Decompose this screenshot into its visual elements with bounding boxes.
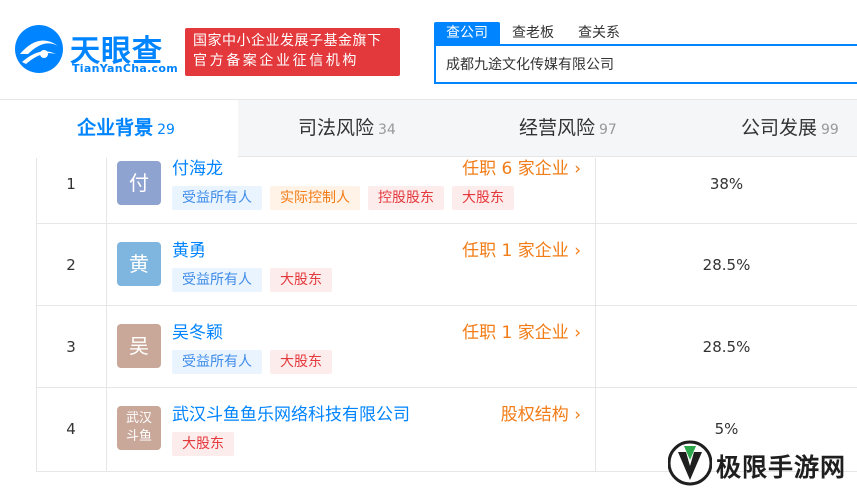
chevron-right-icon: › (574, 241, 581, 261)
tag-major-shareholder: 大股东 (172, 432, 234, 456)
positions-link-text: 任职 1 家企业 (462, 241, 569, 261)
avatar-text: 武汉 (125, 411, 152, 426)
watermark-logo-icon (668, 440, 712, 486)
site-watermark: 极限手游网 (666, 438, 857, 489)
tag-list: 受益所有人 大股东 (172, 268, 340, 292)
shareholder-table: 1 付 付海龙 任职 6 家企业 › 受益所有人 实际控制人 控股股东 大股东 … (36, 158, 857, 472)
positions-link[interactable]: 任职 1 家企业 › (462, 236, 581, 261)
row-number: 2 (66, 256, 76, 274)
tag-beneficial-owner: 受益所有人 (172, 350, 262, 374)
chevron-right-icon: › (574, 159, 581, 179)
table-row: 3 吴 吴冬颖 任职 1 家企业 › 受益所有人 大股东 28.5% (36, 306, 857, 388)
shareholder-name[interactable]: 吴冬颖 (172, 318, 223, 343)
chevron-right-icon: › (574, 405, 581, 425)
equity-structure-link-text: 股权结构 (500, 405, 569, 425)
tag-major-shareholder: 大股东 (270, 350, 332, 374)
tab-count: 34 (378, 122, 396, 138)
tab-judicial-risk[interactable]: 司法风险 34 (298, 100, 396, 157)
search-type-tabs: 查公司 查老板 查关系 (434, 22, 632, 44)
avatar[interactable]: 吴 (117, 324, 161, 368)
tab-company-development[interactable]: 公司发展 99 (741, 100, 839, 157)
positions-link[interactable]: 任职 6 家企业 › (462, 154, 581, 179)
search-tab-company[interactable]: 查公司 (434, 22, 500, 44)
tag-beneficial-owner: 受益所有人 (172, 268, 262, 292)
positions-link[interactable]: 任职 1 家企业 › (462, 318, 581, 343)
section-tabs: 企业背景 29 司法风险 34 经营风险 97 公司发展 99 (14, 100, 857, 157)
positions-link-text: 任职 1 家企业 (462, 323, 569, 343)
avatar[interactable]: 黄 (117, 242, 161, 286)
row-number: 1 (66, 175, 76, 193)
tag-actual-controller: 实际控制人 (270, 186, 360, 210)
eye-logo-icon (15, 25, 63, 73)
shareholder-name[interactable]: 武汉斗鱼鱼乐网络科技有限公司 (172, 400, 410, 425)
tab-enterprise-background[interactable]: 企业背景 29 (14, 100, 238, 157)
equity-structure-link[interactable]: 股权结构 › (501, 400, 581, 425)
slogan-line-2: 官方备案企业征信机构 (193, 53, 359, 69)
chevron-right-icon: › (574, 323, 581, 343)
avatar-text: 付 (129, 171, 149, 195)
site-header: 天眼查 TianYanCha.com 国家中小企业发展子基金旗下 官方备案企业征… (0, 0, 857, 100)
tab-count: 29 (157, 122, 175, 138)
share-percentage: 5% (714, 420, 739, 438)
shareholder-name[interactable]: 黄勇 (172, 236, 206, 261)
tag-beneficial-owner: 受益所有人 (172, 186, 262, 210)
tab-count: 99 (821, 122, 839, 138)
tab-label: 公司发展 (741, 117, 818, 139)
company-logo-avatar[interactable]: 武汉 斗鱼 (117, 406, 161, 450)
avatar-text: 黄 (129, 252, 149, 276)
table-row: 2 黄 黄勇 任职 1 家企业 › 受益所有人 大股东 28.5% (36, 224, 857, 306)
page: 天眼查 TianYanCha.com 国家中小企业发展子基金旗下 官方备案企业征… (0, 0, 857, 489)
tab-count: 97 (599, 122, 617, 138)
tag-list: 受益所有人 实际控制人 控股股东 大股东 (172, 186, 522, 210)
row-number: 3 (66, 338, 76, 356)
slogan-line-1: 国家中小企业发展子基金旗下 (193, 33, 382, 49)
search-tab-boss[interactable]: 查老板 (500, 22, 566, 44)
tag-controlling-shareholder: 控股股东 (368, 186, 444, 210)
tab-operating-risk[interactable]: 经营风险 97 (519, 100, 617, 157)
slogan-banner: 国家中小企业发展子基金旗下 官方备案企业征信机构 (185, 28, 400, 76)
watermark-text: 极限手游网 (716, 453, 847, 482)
search-tab-relation[interactable]: 查关系 (566, 22, 632, 44)
tag-list: 受益所有人 大股东 (172, 350, 340, 374)
search-area: 查公司 查老板 查关系 (434, 22, 857, 84)
tag-list: 大股东 (172, 432, 242, 456)
table-row: 1 付 付海龙 任职 6 家企业 › 受益所有人 实际控制人 控股股东 大股东 … (36, 158, 857, 224)
logo-domain: TianYanCha.com (72, 62, 178, 75)
tab-label: 经营风险 (519, 117, 596, 139)
site-logo[interactable]: 天眼查 TianYanCha.com (14, 24, 178, 78)
search-input[interactable] (434, 44, 857, 84)
share-percentage: 38% (709, 175, 744, 193)
avatar[interactable]: 付 (117, 161, 161, 205)
tag-major-shareholder: 大股东 (270, 268, 332, 292)
shareholder-name[interactable]: 付海龙 (172, 154, 223, 179)
positions-link-text: 任职 6 家企业 (462, 159, 569, 179)
tag-major-shareholder: 大股东 (452, 186, 514, 210)
avatar-text: 斗鱼 (125, 429, 152, 444)
row-number: 4 (66, 420, 76, 438)
tab-label: 司法风险 (298, 117, 375, 139)
avatar-text: 吴 (129, 334, 149, 358)
share-percentage: 28.5% (702, 256, 751, 274)
share-percentage: 28.5% (702, 338, 751, 356)
tab-label: 企业背景 (77, 117, 154, 139)
